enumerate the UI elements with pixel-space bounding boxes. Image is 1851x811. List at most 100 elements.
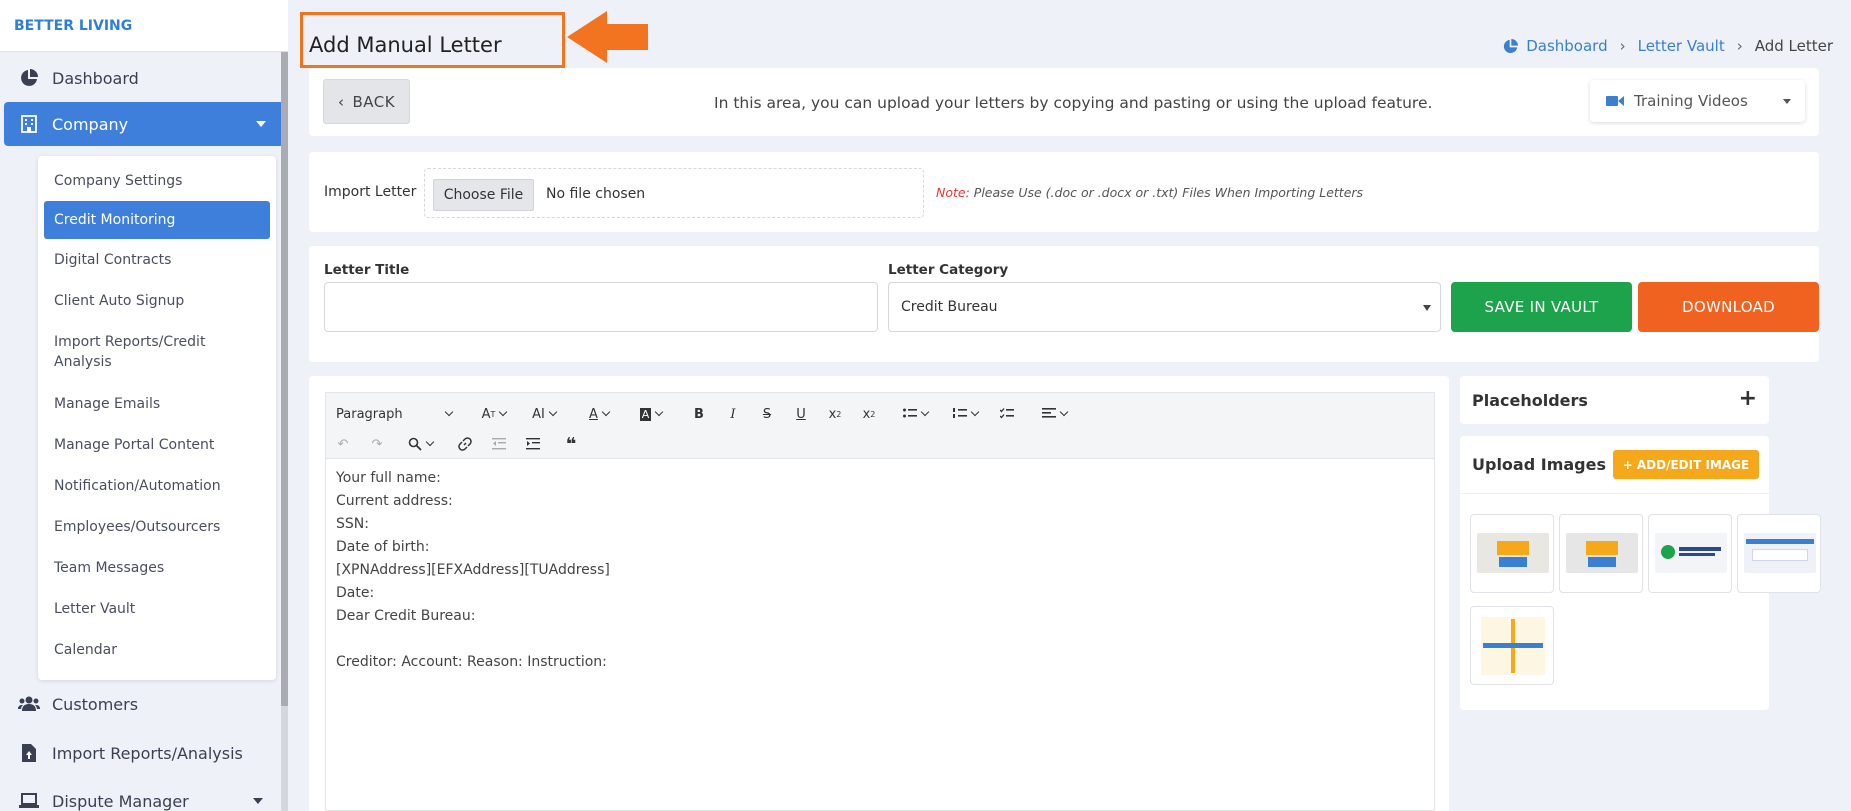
file-upload-icon: [18, 742, 40, 764]
video-camera-icon: [1606, 95, 1624, 107]
laptop-icon: [18, 790, 40, 811]
placeholders-panel[interactable]: Placeholders +: [1460, 376, 1769, 424]
submenu-item[interactable]: Manage Emails: [38, 383, 276, 424]
submenu-item[interactable]: Client Auto Signup: [38, 280, 276, 321]
chevron-right-icon: ›: [1619, 37, 1626, 55]
rich-text-editor: Paragraph AT AI A A B I S U x2 x2 ↶ ↷ ❝ …: [325, 392, 1435, 811]
submenu-item[interactable]: Digital Contracts: [38, 239, 276, 280]
breadcrumb: Dashboard › Letter Vault › Add Letter: [1503, 37, 1833, 55]
submenu-item-active[interactable]: Credit Monitoring: [44, 201, 270, 239]
paragraph-style-dropdown[interactable]: Paragraph: [330, 401, 460, 427]
indent-icon[interactable]: [520, 431, 546, 457]
info-text: In this area, you can upload your letter…: [714, 94, 1433, 112]
outdent-icon[interactable]: [486, 431, 512, 457]
file-status: No file chosen: [546, 186, 646, 202]
breadcrumb-letter-vault[interactable]: Letter Vault: [1638, 37, 1725, 55]
letter-title-input[interactable]: [324, 282, 878, 332]
sidebar-item-company[interactable]: Company: [4, 102, 284, 146]
alignment-dropdown[interactable]: [1032, 401, 1076, 427]
sidebar-item-label: Dashboard: [52, 68, 139, 88]
todo-list-button[interactable]: [994, 401, 1020, 427]
choose-file-button[interactable]: Choose File: [433, 179, 534, 211]
import-note: Note: Please Use (.doc or .docx or .txt)…: [936, 185, 1363, 200]
brand-logo[interactable]: BETTER LIVING: [0, 0, 288, 52]
submenu-item[interactable]: Notification/Automation: [38, 465, 276, 506]
image-thumbnail[interactable]: [1470, 514, 1554, 593]
sidebar-item-dashboard[interactable]: Dashboard: [0, 56, 288, 100]
placeholders-title: Placeholders: [1472, 390, 1588, 410]
submenu-item[interactable]: Team Messages: [38, 547, 276, 588]
add-edit-image-label: ADD/EDIT IMAGE: [1636, 457, 1750, 472]
subscript-button[interactable]: x2: [822, 401, 848, 427]
sidebar-item-import-reports[interactable]: Import Reports/Analysis: [0, 731, 281, 775]
undo-icon[interactable]: ↶: [330, 431, 356, 457]
image-thumbnail[interactable]: [1470, 606, 1554, 685]
sidebar-item-label: Customers: [52, 694, 139, 714]
font-color-dropdown[interactable]: A: [579, 401, 619, 427]
editor-line: Date of birth:: [336, 539, 430, 555]
editor-line: Creditor: Account: Reason: Instruction:: [336, 654, 607, 670]
italic-button[interactable]: I: [720, 401, 746, 427]
link-icon[interactable]: [452, 431, 478, 457]
submenu-item[interactable]: Company Settings: [38, 160, 276, 201]
editor-line: [XPNAddress][EFXAddress][TUAddress]: [336, 562, 610, 578]
submenu-item[interactable]: Manage Portal Content: [38, 424, 276, 465]
back-button[interactable]: ‹ BACK: [323, 79, 410, 124]
sidebar: BETTER LIVING Dashboard Company Customer…: [0, 0, 288, 811]
bulleted-list-dropdown[interactable]: [894, 401, 936, 427]
training-videos-dropdown[interactable]: Training Videos: [1590, 80, 1805, 122]
upload-images-panel: Upload Images + ADD/EDIT IMAGE: [1460, 436, 1821, 710]
letter-category-select[interactable]: Credit Bureau: [888, 282, 1441, 332]
breadcrumb-dashboard[interactable]: Dashboard: [1526, 37, 1607, 55]
editor-line: Your full name:: [336, 470, 441, 486]
plus-icon: +: [1622, 457, 1633, 472]
save-in-vault-button[interactable]: SAVE IN VAULT: [1451, 282, 1632, 332]
strikethrough-button[interactable]: S: [754, 401, 780, 427]
font-family-dropdown[interactable]: AI: [522, 401, 566, 427]
image-thumbnail[interactable]: [1559, 514, 1643, 593]
note-text: Please Use (.doc or .docx or .txt) Files…: [973, 185, 1364, 200]
download-button[interactable]: DOWNLOAD: [1638, 282, 1819, 332]
editor-line: Current address:: [336, 493, 453, 509]
editor-line: Date:: [336, 585, 375, 601]
sidebar-item-label: Dispute Manager: [52, 791, 189, 811]
chevron-right-icon: ›: [1736, 37, 1743, 55]
upload-images-title: Upload Images: [1472, 455, 1606, 474]
sidebar-item-customers[interactable]: Customers: [0, 682, 281, 726]
submenu-item[interactable]: Calendar: [38, 629, 276, 670]
superscript-button[interactable]: x2: [856, 401, 882, 427]
file-input[interactable]: Choose File No file chosen: [424, 168, 924, 218]
users-icon: [18, 693, 40, 715]
redo-icon[interactable]: ↷: [364, 431, 390, 457]
numbered-list-dropdown[interactable]: [944, 401, 986, 427]
underline-button[interactable]: U: [788, 401, 814, 427]
info-card: ‹ BACK In this area, you can upload your…: [309, 68, 1819, 136]
bold-button[interactable]: B: [686, 401, 712, 427]
company-submenu: Company Settings Credit Monitoring Digit…: [38, 156, 276, 680]
caret-down-icon: [1423, 305, 1431, 311]
import-card: Import Letter Choose File No file chosen…: [309, 152, 1819, 232]
chevron-down-icon: [256, 121, 266, 127]
highlight-color-dropdown[interactable]: A: [629, 401, 673, 427]
image-thumbnail[interactable]: [1648, 514, 1732, 593]
pie-chart-icon: [18, 67, 40, 89]
billing-image-icon: [1566, 533, 1638, 573]
editor-content[interactable]: Your full name: Current address: SSN: Da…: [326, 459, 1434, 682]
sidebar-item-dispute-manager[interactable]: Dispute Manager: [0, 779, 281, 811]
find-replace-dropdown[interactable]: [398, 431, 442, 457]
add-edit-image-button[interactable]: + ADD/EDIT IMAGE: [1613, 450, 1759, 479]
submenu-item[interactable]: Letter Vault: [38, 588, 276, 629]
blockquote-icon[interactable]: ❝: [558, 431, 584, 457]
sidebar-scrollbar-thumb[interactable]: [281, 52, 288, 706]
image-thumbnail[interactable]: [1737, 514, 1821, 593]
software-screenshot-icon: [1744, 533, 1816, 573]
font-size-dropdown[interactable]: AT: [472, 401, 516, 427]
editor-line: Dear Credit Bureau:: [336, 608, 476, 624]
submenu-item[interactable]: Import Reports/Credit Analysis: [38, 321, 238, 383]
back-button-label: BACK: [352, 92, 396, 111]
plus-icon[interactable]: +: [1739, 388, 1757, 410]
business-logo-icon: [1655, 533, 1727, 573]
annotation-arrow-icon: [567, 11, 648, 67]
submenu-item[interactable]: Employees/Outsourcers: [38, 506, 276, 547]
